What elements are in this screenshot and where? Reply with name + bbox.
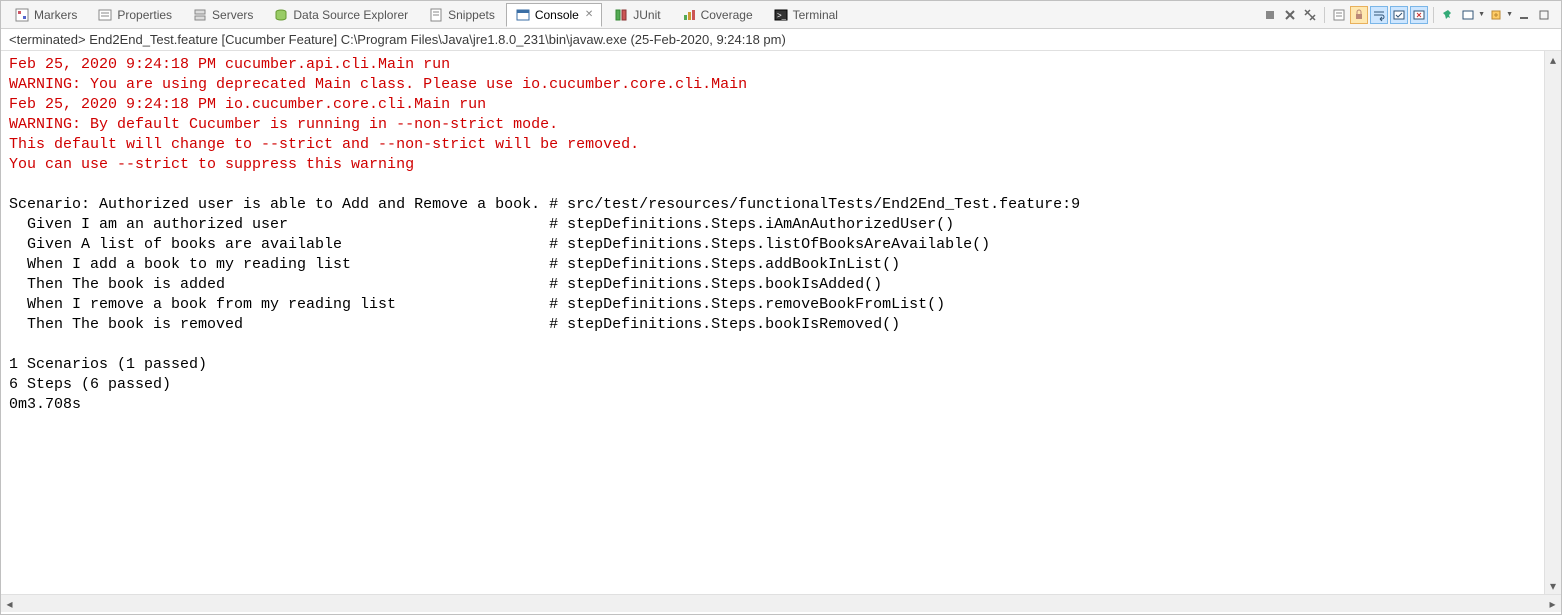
horizontal-scrollbar[interactable]: ◂ ▸	[1, 594, 1561, 612]
tab-label: Terminal	[793, 8, 838, 22]
scroll-left-icon[interactable]: ◂	[1, 595, 18, 612]
console-toolbar: ▼ ▼	[1261, 6, 1557, 24]
view-tabs: Markers Properties Servers Data Source E…	[5, 3, 847, 27]
tab-coverage[interactable]: Coverage	[672, 3, 762, 27]
word-wrap-button[interactable]	[1370, 6, 1388, 24]
scroll-down-icon[interactable]: ▾	[1545, 577, 1561, 594]
maximize-button[interactable]	[1535, 6, 1553, 24]
tab-label: Snippets	[448, 8, 495, 22]
coverage-icon	[681, 7, 697, 23]
tab-console[interactable]: Console ✕	[506, 3, 602, 27]
display-selected-console-button[interactable]	[1459, 6, 1477, 24]
snippets-icon	[428, 7, 444, 23]
scroll-right-icon[interactable]: ▸	[1544, 595, 1561, 612]
properties-icon	[97, 7, 113, 23]
remove-all-button[interactable]	[1301, 6, 1319, 24]
tab-label: Data Source Explorer	[293, 8, 408, 22]
minimize-button[interactable]	[1515, 6, 1533, 24]
tab-label: Markers	[34, 8, 77, 22]
tab-junit[interactable]: JUnit	[604, 3, 669, 27]
tab-snippets[interactable]: Snippets	[419, 3, 504, 27]
datasource-icon	[273, 7, 289, 23]
open-console-button[interactable]	[1487, 6, 1505, 24]
dropdown-icon[interactable]: ▼	[1506, 11, 1513, 18]
tab-label: Properties	[117, 8, 172, 22]
tab-properties[interactable]: Properties	[88, 3, 181, 27]
tab-terminal[interactable]: >_ Terminal	[764, 3, 847, 27]
view-tabbar: Markers Properties Servers Data Source E…	[1, 1, 1561, 29]
pin-console-button[interactable]	[1439, 6, 1457, 24]
tab-servers[interactable]: Servers	[183, 3, 262, 27]
tab-markers[interactable]: Markers	[5, 3, 86, 27]
vertical-scrollbar[interactable]: ▴ ▾	[1544, 51, 1561, 594]
close-icon[interactable]: ✕	[585, 9, 593, 20]
clear-console-button[interactable]	[1330, 6, 1348, 24]
scroll-lock-button[interactable]	[1350, 6, 1368, 24]
scroll-track[interactable]	[1545, 68, 1561, 577]
servers-icon	[192, 7, 208, 23]
show-on-stdout-button[interactable]	[1390, 6, 1408, 24]
svg-text:>_: >_	[777, 11, 787, 20]
toolbar-divider	[1324, 7, 1325, 23]
dropdown-icon[interactable]: ▼	[1478, 11, 1485, 18]
terminate-button[interactable]	[1261, 6, 1279, 24]
console-output[interactable]: Feb 25, 2020 9:24:18 PM cucumber.api.cli…	[1, 51, 1561, 594]
terminal-icon: >_	[773, 7, 789, 23]
console-icon	[515, 7, 531, 23]
tab-label: Servers	[212, 8, 253, 22]
markers-icon	[14, 7, 30, 23]
scroll-up-icon[interactable]: ▴	[1545, 51, 1561, 68]
junit-icon	[613, 7, 629, 23]
tab-label: Coverage	[701, 8, 753, 22]
remove-launch-button[interactable]	[1281, 6, 1299, 24]
launch-status-line: <terminated> End2End_Test.feature [Cucum…	[1, 29, 1561, 51]
console-area: Feb 25, 2020 9:24:18 PM cucumber.api.cli…	[1, 51, 1561, 594]
toolbar-divider	[1433, 7, 1434, 23]
tab-label: Console	[535, 8, 579, 22]
show-on-stderr-button[interactable]	[1410, 6, 1428, 24]
tab-label: JUnit	[633, 8, 660, 22]
tab-data-source-explorer[interactable]: Data Source Explorer	[264, 3, 417, 27]
